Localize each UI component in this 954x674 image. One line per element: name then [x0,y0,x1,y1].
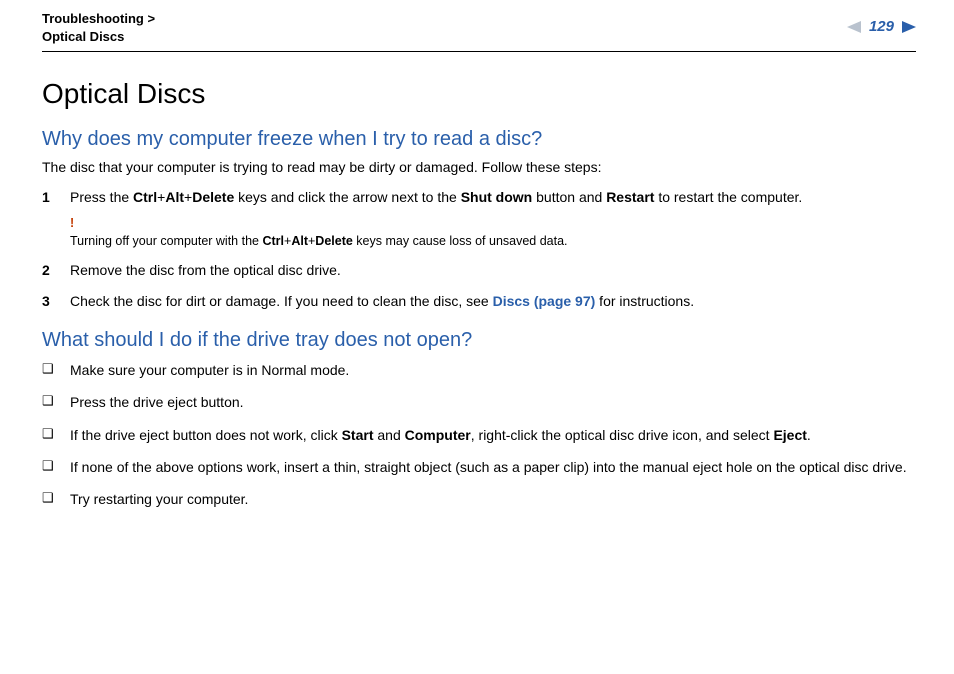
warning-icon: ! [70,215,916,233]
breadcrumb-page: Optical Discs [42,29,124,44]
list-item: If none of the above options work, inser… [42,457,916,477]
paragraph: The disc that your computer is trying to… [42,159,916,175]
page-prev-icon[interactable] [847,21,865,33]
list-item: Press the drive eject button. [42,392,916,412]
cross-reference-link[interactable]: Discs (page 97) [493,293,596,309]
list-item: Press the Ctrl+Alt+Delete keys and click… [42,187,916,250]
breadcrumb: Troubleshooting > Optical Discs [42,10,155,45]
list-item: Make sure your computer is in Normal mod… [42,360,916,380]
list-item: Remove the disc from the optical disc dr… [42,260,916,280]
bullet-list: Make sure your computer is in Normal mod… [42,360,916,509]
question-heading-2: What should I do if the drive tray does … [42,329,916,352]
breadcrumb-section: Troubleshooting [42,11,144,26]
page-title: Optical Discs [42,78,916,110]
page-number: 129 [867,18,896,35]
numbered-list: Press the Ctrl+Alt+Delete keys and click… [42,187,916,311]
page-next-icon[interactable] [898,21,916,33]
page-header: Troubleshooting > Optical Discs 129 [42,0,916,52]
warning-note: ! Turning off your computer with the Ctr… [70,215,916,250]
list-item: If the drive eject button does not work,… [42,425,916,445]
list-item: Check the disc for dirt or damage. If yo… [42,291,916,311]
breadcrumb-separator: > [144,11,155,26]
page-navigator: 129 [847,10,916,35]
list-item: Try restarting your computer. [42,489,916,509]
question-heading-1: Why does my computer freeze when I try t… [42,128,916,151]
